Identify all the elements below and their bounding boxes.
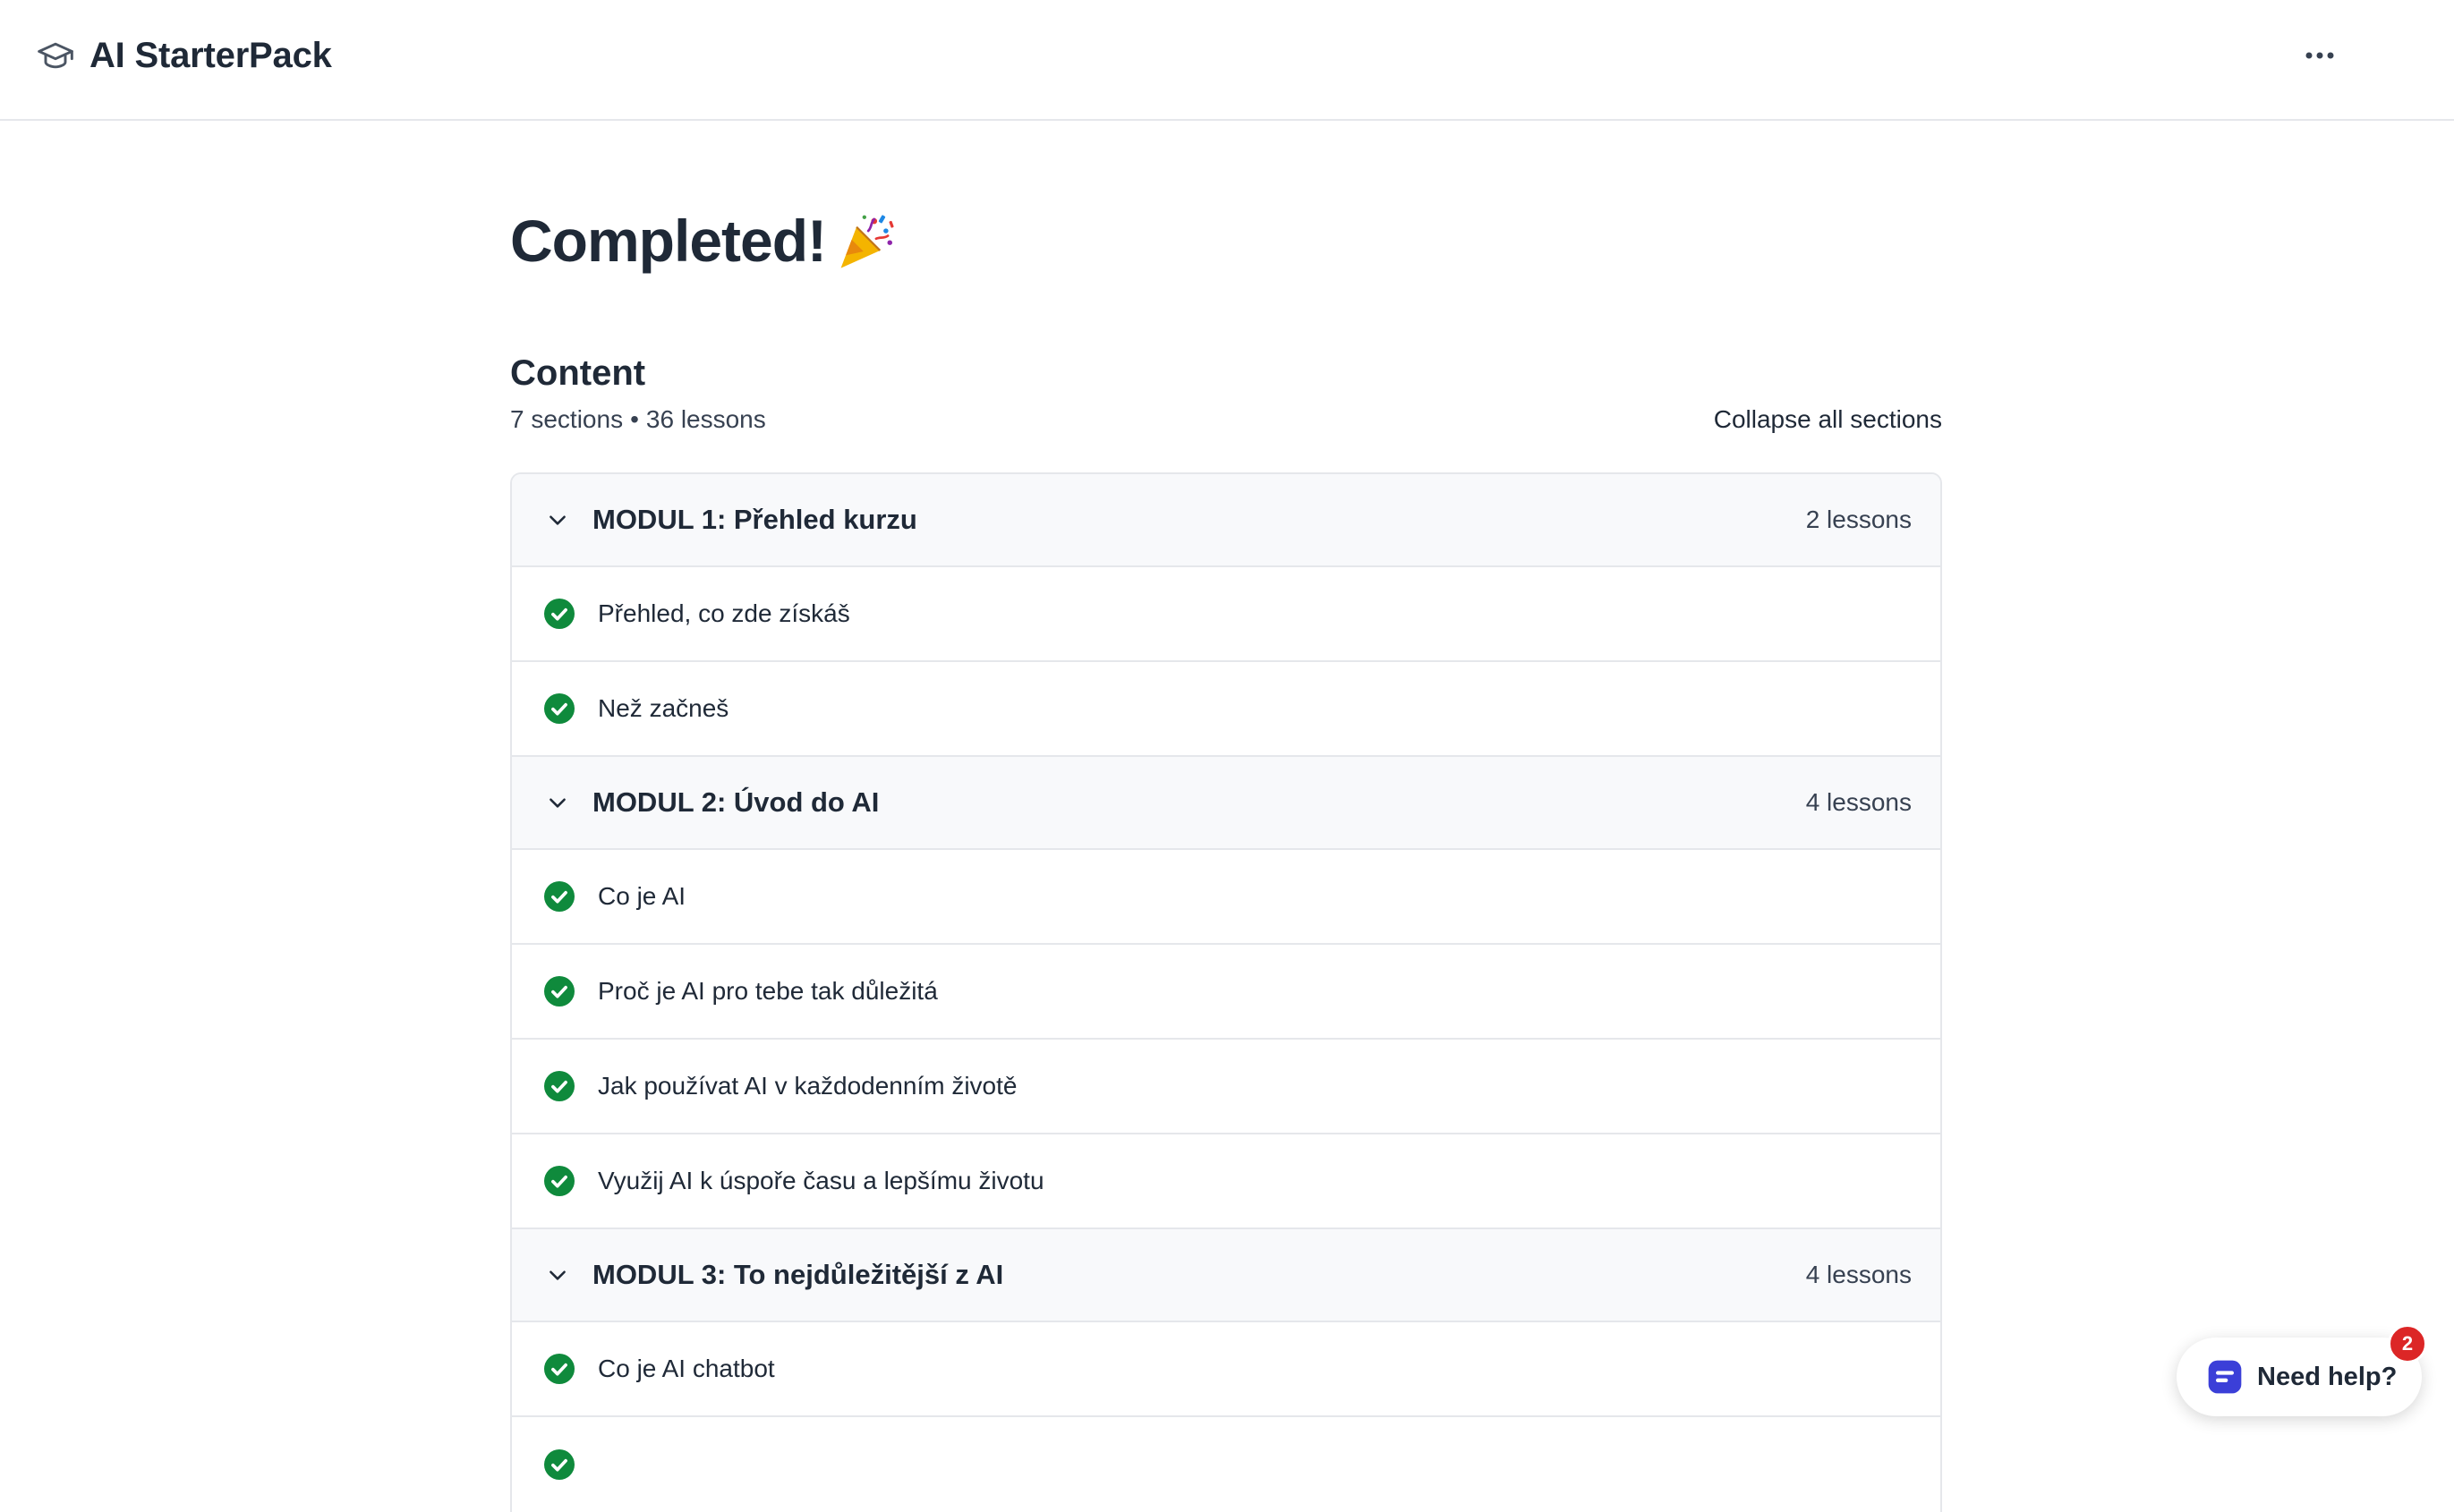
need-help-label: Need help? xyxy=(2257,1362,2398,1391)
check-circle-icon xyxy=(544,1449,575,1480)
party-popper-icon xyxy=(840,215,894,268)
check-circle-icon xyxy=(544,693,575,724)
collapse-all-sections-button[interactable]: Collapse all sections xyxy=(1714,405,1942,434)
lesson-item[interactable]: Co je AI xyxy=(512,850,1940,945)
notification-badge: 2 xyxy=(2388,1324,2427,1363)
brand[interactable]: AI StarterPack xyxy=(36,32,332,79)
more-horizontal-icon xyxy=(2305,52,2334,59)
lesson-item[interactable]: Jak používat AI v každodenním životě xyxy=(512,1040,1940,1134)
section-lesson-count: 4 lessons xyxy=(1805,788,1912,816)
lesson-item[interactable]: Než začneš xyxy=(512,662,1940,757)
page-title: Completed! xyxy=(510,207,898,275)
check-circle-icon xyxy=(544,881,575,912)
section-title: MODUL 2: Úvod do AI xyxy=(592,786,880,818)
chevron-down-icon xyxy=(550,798,566,808)
section-header-modul-3[interactable]: MODUL 3: To nejdůležitější z AI 4 lesson… xyxy=(512,1229,1940,1322)
section-header-modul-2[interactable]: MODUL 2: Úvod do AI 4 lessons xyxy=(512,757,1940,850)
check-circle-icon xyxy=(544,1354,575,1384)
sections-count: 7 sections xyxy=(510,405,624,433)
lesson-title: Než začneš xyxy=(598,694,729,722)
check-circle-icon xyxy=(544,976,575,1007)
need-help-button[interactable]: Need help? xyxy=(2177,1338,2422,1416)
lesson-title: Jak používat AI v každodenním životě xyxy=(598,1072,1018,1100)
section-lesson-count: 4 lessons xyxy=(1805,1261,1912,1288)
more-options-button[interactable] xyxy=(2293,34,2347,77)
section-title: MODUL 1: Přehled kurzu xyxy=(592,504,917,535)
check-circle-icon xyxy=(544,599,575,629)
lesson-title: Přehled, co zde získáš xyxy=(598,599,850,627)
chevron-down-icon xyxy=(550,1270,566,1280)
lesson-title: Využij AI k úspoře času a lepšímu životu xyxy=(598,1167,1044,1194)
section-title: MODUL 3: To nejdůležitější z AI xyxy=(592,1259,1004,1290)
lesson-item[interactable]: Co je AI chatbot xyxy=(512,1322,1940,1417)
brand-title: AI StarterPack xyxy=(89,35,332,75)
course-content-list: MODUL 1: Přehled kurzu 2 lessons Přehled… xyxy=(510,472,1942,1512)
app-header: AI StarterPack xyxy=(0,0,2454,121)
meta-separator: • xyxy=(630,405,639,433)
lesson-title: Proč je AI pro tebe tak důležitá xyxy=(598,977,938,1005)
lesson-title: Co je AI chatbot xyxy=(598,1355,775,1382)
course-meta: 7 sections • 36 lessons xyxy=(510,405,766,434)
lesson-title: Co je AI xyxy=(598,882,686,910)
section-header-modul-1[interactable]: MODUL 1: Přehled kurzu 2 lessons xyxy=(512,474,1940,567)
section-lesson-count: 2 lessons xyxy=(1805,505,1912,533)
lesson-item[interactable]: Využij AI k úspoře času a lepšímu životu xyxy=(512,1134,1940,1229)
check-circle-icon xyxy=(544,1166,575,1196)
page-title-text: Completed! xyxy=(510,208,827,274)
lesson-item-partial[interactable] xyxy=(512,1417,1940,1512)
chat-icon xyxy=(2208,1360,2242,1394)
lessons-count: 36 lessons xyxy=(645,405,766,433)
lesson-item[interactable]: Proč je AI pro tebe tak důležitá xyxy=(512,945,1940,1040)
graduation-cap-icon xyxy=(38,42,73,69)
content-heading: Content xyxy=(510,353,646,393)
check-circle-icon xyxy=(544,1071,575,1101)
lesson-item[interactable]: Přehled, co zde získáš xyxy=(512,567,1940,662)
chevron-down-icon xyxy=(550,515,566,525)
